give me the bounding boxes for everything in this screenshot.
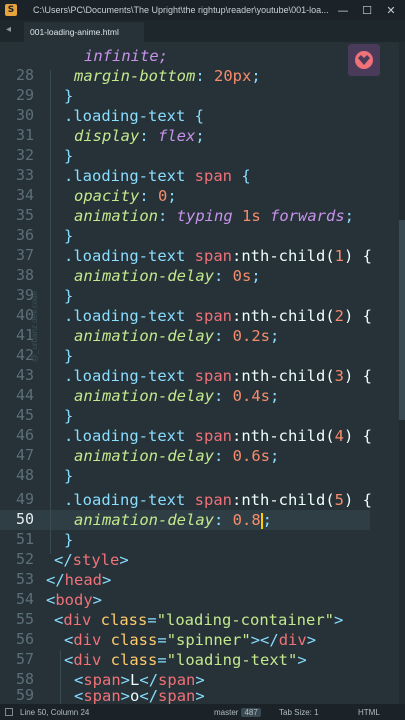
tab-scroll-left-icon[interactable]: ◂ bbox=[6, 24, 11, 35]
line-number: 41 bbox=[15, 326, 34, 344]
code-line-39: } bbox=[64, 287, 74, 305]
line-number: 30 bbox=[15, 106, 34, 124]
code-line-33: .laoding-text span { bbox=[64, 167, 251, 185]
line-number: 32 bbox=[15, 146, 34, 164]
code-line-37: .loading-text span:nth-child(1) { bbox=[64, 247, 372, 265]
line-number: 39 bbox=[15, 286, 34, 304]
line-number: 52 bbox=[15, 550, 34, 568]
sublime-app-icon: S bbox=[5, 4, 17, 16]
git-branch[interactable]: master 487 bbox=[214, 707, 261, 717]
syntax-language[interactable]: HTML bbox=[358, 708, 380, 717]
code-line-41: animation-delay: 0.2s; bbox=[74, 327, 280, 345]
line-number: 40 bbox=[15, 306, 34, 324]
title-bar: S C:\Users\PC\Documents\The Upright\the … bbox=[0, 0, 405, 20]
line-number: 59 bbox=[15, 686, 34, 704]
scrollbar-thumb[interactable] bbox=[399, 220, 405, 420]
code-line-52: </style> bbox=[54, 551, 129, 569]
code-line-32: } bbox=[64, 147, 74, 165]
code-line-56: <div class="spinner"></div> bbox=[64, 631, 317, 649]
line-number: 43 bbox=[15, 366, 34, 384]
code-line-45: } bbox=[64, 407, 74, 425]
line-number: 53 bbox=[15, 570, 34, 588]
code-line-46: .loading-text span:nth-child(4) { bbox=[64, 427, 372, 445]
line-number: 48 bbox=[15, 466, 34, 484]
indent-guide bbox=[50, 70, 51, 554]
code-line-42: } bbox=[64, 347, 74, 365]
line-number: 55 bbox=[15, 610, 34, 628]
code-line-40: .loading-text span:nth-child(2) { bbox=[64, 307, 372, 325]
code-line-31: display: flex; bbox=[74, 127, 205, 145]
status-bar: Line 50, Column 24 master 487 Tab Size: 1… bbox=[0, 704, 405, 720]
line-number: 44 bbox=[15, 386, 34, 404]
tab-size-indicator[interactable]: Tab Size: 1 bbox=[279, 708, 319, 717]
code-editor[interactable]: 28 29 30 31 32 33 34 35 36 37 38 39 40 41 42 43 44 45 46 47… bbox=[0, 42, 405, 705]
code-line-28: margin-bottom: 20px; bbox=[74, 67, 261, 85]
line-number: 49 bbox=[15, 490, 34, 508]
line-number: 42 bbox=[15, 346, 34, 364]
line-number: 54 bbox=[15, 590, 34, 608]
line-number: 38 bbox=[15, 266, 34, 284]
code-line-47: animation-delay: 0.6s; bbox=[74, 447, 280, 465]
code-line-35: animation: typing 1s forwards; bbox=[74, 207, 355, 225]
code-line-27: infinite; bbox=[84, 47, 168, 65]
line-number: 36 bbox=[15, 226, 34, 244]
channel-logo-icon bbox=[348, 44, 380, 76]
code-line-44: animation-delay: 0.4s; bbox=[74, 387, 280, 405]
code-line-59: <span>o</span> bbox=[74, 687, 205, 705]
code-line-53: </head> bbox=[46, 571, 112, 589]
code-line-43: .loading-text span:nth-child(3) { bbox=[64, 367, 372, 385]
code-line-29: } bbox=[64, 87, 74, 105]
indent-guide bbox=[60, 650, 61, 704]
code-line-34: opacity: 0; bbox=[74, 187, 177, 205]
line-number: 47 bbox=[15, 446, 34, 464]
line-number: 33 bbox=[15, 166, 34, 184]
code-line-54: <body> bbox=[46, 591, 103, 609]
minimize-button[interactable]: — bbox=[334, 2, 352, 18]
code-line-49: .loading-text span:nth-child(5) { bbox=[64, 491, 372, 509]
maximize-button[interactable]: ☐ bbox=[358, 2, 376, 18]
line-number: 50 bbox=[15, 510, 34, 528]
code-line-57: <div class="loading-text"> bbox=[64, 651, 307, 669]
panel-toggle-icon[interactable] bbox=[5, 708, 13, 716]
line-number: 34 bbox=[15, 186, 34, 204]
line-number: 35 bbox=[15, 206, 34, 224]
code-line-51: } bbox=[64, 531, 74, 549]
code-line-48: } bbox=[64, 467, 74, 485]
code-line-30: .loading-text { bbox=[64, 107, 204, 125]
line-number: 46 bbox=[15, 426, 34, 444]
cursor-position[interactable]: Line 50, Column 24 bbox=[20, 708, 89, 717]
line-number: 37 bbox=[15, 246, 34, 264]
line-number: 51 bbox=[15, 530, 34, 548]
line-number: 45 bbox=[15, 406, 34, 424]
code-line-36: } bbox=[64, 227, 74, 245]
window-title: C:\Users\PC\Documents\The Upright\the ri… bbox=[33, 5, 329, 15]
tab-001-loading-anime[interactable]: 001-loading-anime.html bbox=[24, 22, 144, 42]
line-number: 57 bbox=[15, 650, 34, 668]
git-changes-badge: 487 bbox=[241, 707, 261, 717]
code-line-50: animation-delay: 0.8; bbox=[74, 511, 272, 529]
line-number: 28 bbox=[15, 66, 34, 84]
close-button[interactable]: ✕ bbox=[382, 2, 400, 18]
code-line-38: animation-delay: 0s; bbox=[74, 267, 261, 285]
code-line-55: <div class="loading-container"> bbox=[54, 611, 344, 629]
tab-bar: ◂ 001-loading-anime.html bbox=[0, 20, 405, 42]
line-number: 29 bbox=[15, 86, 34, 104]
line-number: 56 bbox=[15, 630, 34, 648]
watermark-text: @_urbanz.dev.code bbox=[30, 290, 39, 362]
line-number: 31 bbox=[15, 126, 34, 144]
